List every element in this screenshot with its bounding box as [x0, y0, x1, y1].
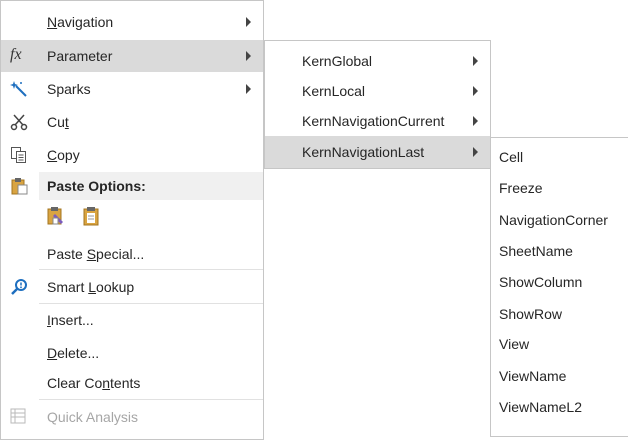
menu-item-label: KernNavigationLast — [302, 144, 425, 160]
menu-item-label: Cell — [499, 149, 524, 165]
menu-item-label: Delete... — [47, 345, 100, 361]
chevron-right-icon — [246, 17, 251, 27]
menu-item-label: NavigationCorner — [499, 212, 608, 228]
submenu-item-kernglobal[interactable]: KernGlobal — [265, 45, 490, 77]
chevron-right-icon — [473, 56, 478, 66]
clipboard-icon — [10, 177, 28, 195]
menu-item-label: Navigation — [47, 14, 114, 30]
paste-clipboard-icon[interactable] — [81, 206, 101, 226]
menu-item-label: Sparks — [47, 81, 91, 97]
submenu2-item-viewname[interactable]: ViewName — [491, 360, 628, 392]
menu-item-label: Paste Special... — [47, 246, 145, 262]
menu-item-label: Freeze — [499, 180, 543, 196]
chevron-right-icon — [246, 84, 251, 94]
menu-item-label: Insert... — [47, 312, 94, 328]
menu-item-quick-analysis[interactable]: Quick Analysis — [1, 401, 263, 433]
submenu-item-kernlocal[interactable]: KernLocal — [265, 75, 490, 107]
context-menu: Navigation fx Parameter Sparks Cut Copy … — [0, 0, 264, 440]
menu-item-label: Cut — [47, 114, 69, 130]
menu-section-label: Paste Options: — [47, 178, 146, 194]
menu-item-label: Quick Analysis — [47, 409, 139, 425]
menu-item-cut[interactable]: Cut — [1, 106, 263, 138]
submenu2-item-navigationcorner[interactable]: NavigationCorner — [491, 204, 628, 236]
submenu2-item-showrow[interactable]: ShowRow — [491, 298, 628, 330]
menu-item-sparks[interactable]: Sparks — [1, 73, 263, 105]
menu-item-label: View — [499, 336, 530, 352]
menu-item-label: KernGlobal — [302, 53, 373, 69]
menu-item-label: ViewNameL2 — [499, 399, 583, 415]
menu-item-paste-special[interactable]: Paste Special... — [1, 238, 263, 270]
menu-item-insert[interactable]: Insert... — [1, 304, 263, 336]
submenu2-item-view[interactable]: View — [491, 328, 628, 360]
menu-item-parameter[interactable]: fx Parameter — [1, 40, 263, 72]
paste-formatting-icon[interactable] — [46, 206, 66, 226]
copy-icon — [10, 146, 28, 164]
menu-item-label: Parameter — [47, 48, 113, 64]
menu-separator — [39, 269, 263, 270]
menu-item-label: KernNavigationCurrent — [302, 113, 445, 129]
kernnavigationlast-submenu: Cell Freeze NavigationCorner SheetName S… — [490, 137, 628, 437]
menu-item-label: ShowColumn — [499, 274, 583, 290]
menu-item-navigation[interactable]: Navigation — [1, 6, 263, 38]
submenu2-item-freeze[interactable]: Freeze — [491, 172, 628, 204]
menu-item-smart-lookup[interactable]: Smart Lookup — [1, 271, 263, 303]
menu-item-label: Smart Lookup — [47, 279, 135, 295]
menu-item-label: SheetName — [499, 243, 573, 259]
menu-item-delete[interactable]: Delete... — [1, 337, 263, 369]
submenu2-item-sheetname[interactable]: SheetName — [491, 235, 628, 267]
menu-separator — [39, 399, 263, 400]
smart-lookup-icon — [10, 278, 28, 296]
chevron-right-icon — [473, 147, 478, 157]
menu-item-label: ShowRow — [499, 306, 563, 322]
chevron-right-icon — [473, 86, 478, 96]
sparkle-wand-icon — [10, 80, 28, 98]
submenu2-item-viewnamel2[interactable]: ViewNameL2 — [491, 391, 628, 423]
scissors-icon — [10, 113, 28, 131]
menu-item-label: Copy — [47, 147, 80, 163]
chevron-right-icon — [246, 51, 251, 61]
quick-analysis-icon — [10, 408, 28, 426]
menu-item-label: KernLocal — [302, 83, 366, 99]
chevron-right-icon — [473, 116, 478, 126]
menu-item-clear-contents[interactable]: Clear Contents — [1, 367, 263, 399]
menu-item-label: Clear Contents — [47, 375, 141, 391]
paste-options-header: Paste Options: — [39, 172, 263, 200]
menu-item-copy[interactable]: Copy — [1, 139, 263, 171]
submenu-item-kernnavigationcurrent[interactable]: KernNavigationCurrent — [265, 105, 490, 137]
submenu-item-kernnavigationlast[interactable]: KernNavigationLast — [265, 136, 490, 168]
submenu2-item-showcolumn[interactable]: ShowColumn — [491, 266, 628, 298]
parameter-submenu: KernGlobal KernLocal KernNavigationCurre… — [264, 40, 491, 169]
function-fx-icon: fx — [10, 46, 22, 63]
menu-item-label: ViewName — [499, 368, 567, 384]
submenu2-item-cell[interactable]: Cell — [491, 141, 628, 173]
